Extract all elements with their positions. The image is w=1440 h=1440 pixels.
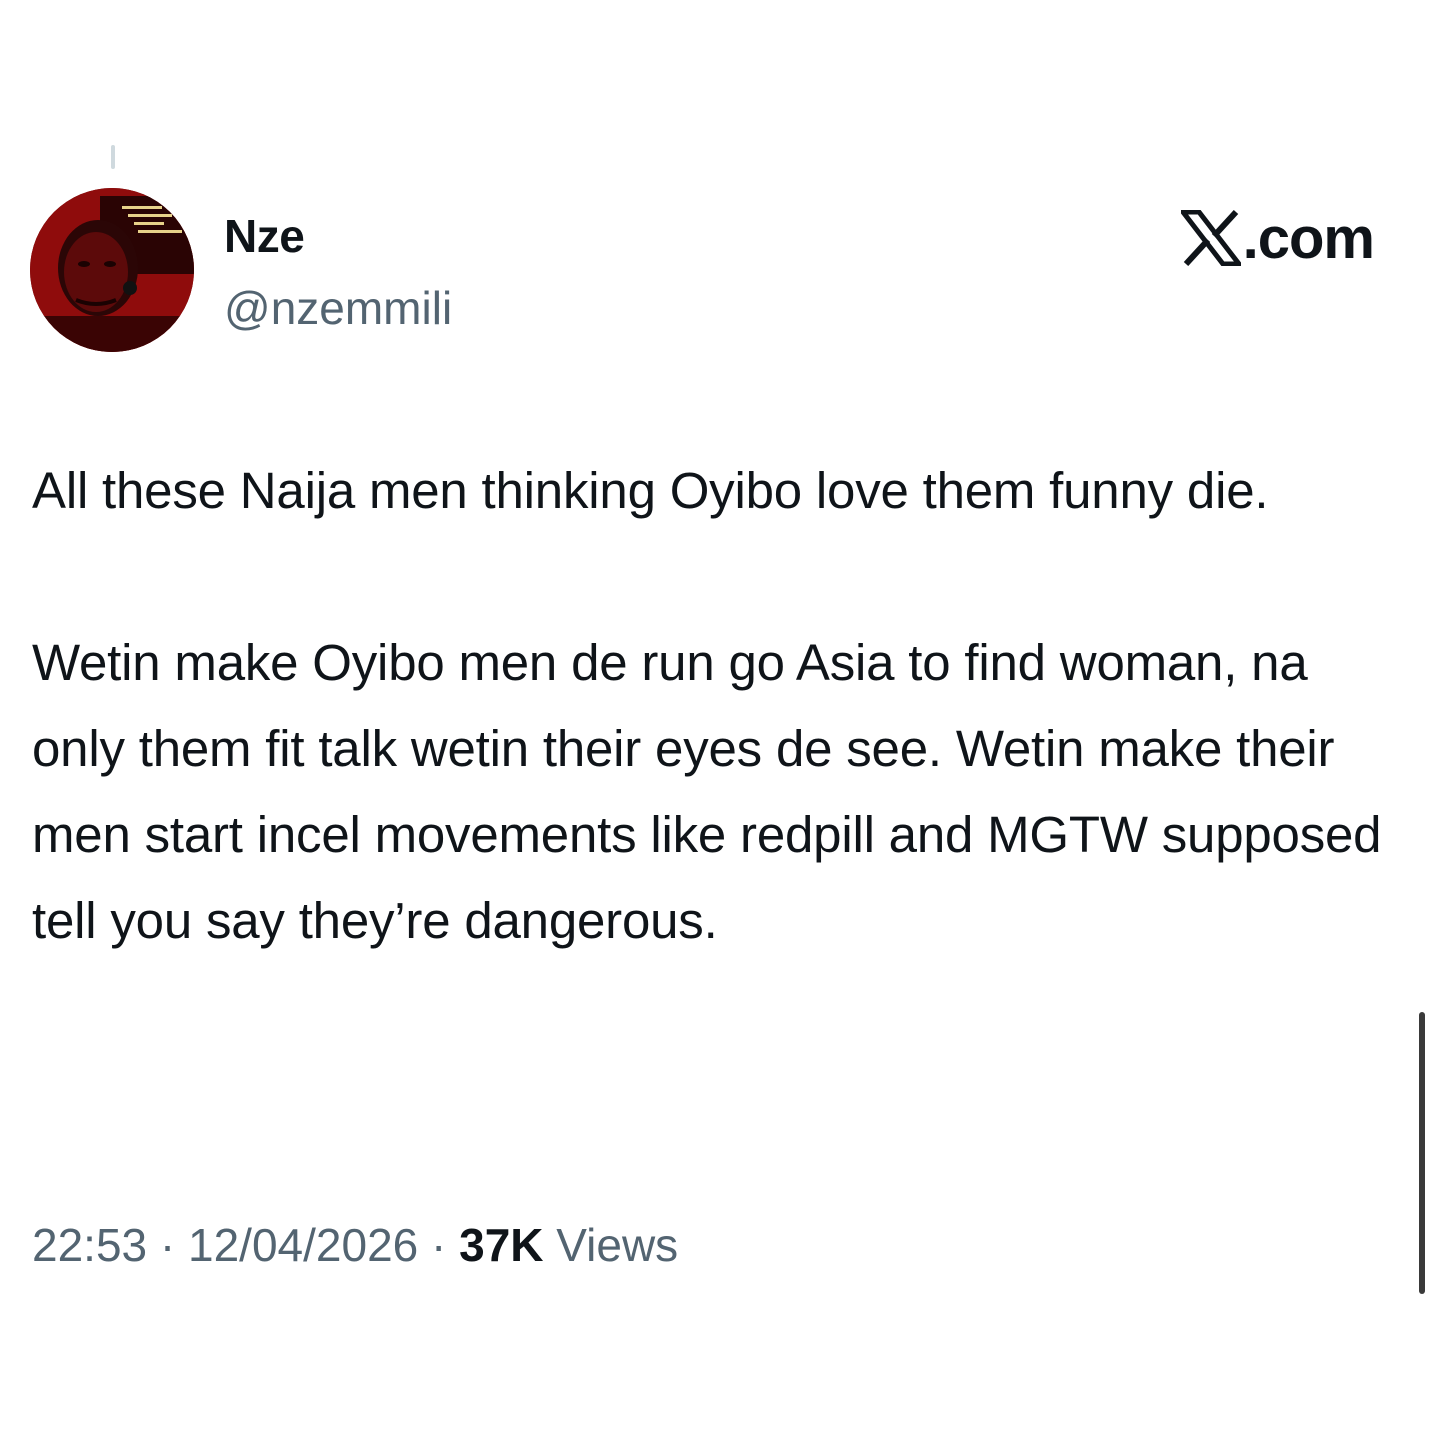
tweet-date[interactable]: 12/04/2026 [188, 1219, 418, 1271]
views-label: Views [543, 1219, 679, 1271]
views-count: 37K [459, 1219, 544, 1271]
meta-separator: · [147, 1219, 189, 1271]
thread-connector-line [111, 145, 115, 169]
avatar-photo [30, 188, 194, 352]
brand-label: .com [1242, 205, 1375, 271]
author-display-name[interactable]: Nze [224, 206, 305, 266]
author-handle[interactable]: @nzemmili [224, 278, 452, 338]
scrollbar[interactable] [1419, 1012, 1425, 1294]
brand-x-com: .com [1180, 205, 1375, 271]
x-logo-icon [1180, 210, 1241, 266]
avatar[interactable] [30, 188, 194, 352]
meta-separator: · [418, 1219, 460, 1271]
tweet-text: All these Naija men thinking Oyibo love … [32, 462, 1382, 949]
tweet-meta: 22:53 · 12/04/2026 · 37K Views [32, 1212, 678, 1278]
tweet-time[interactable]: 22:53 [32, 1219, 147, 1271]
